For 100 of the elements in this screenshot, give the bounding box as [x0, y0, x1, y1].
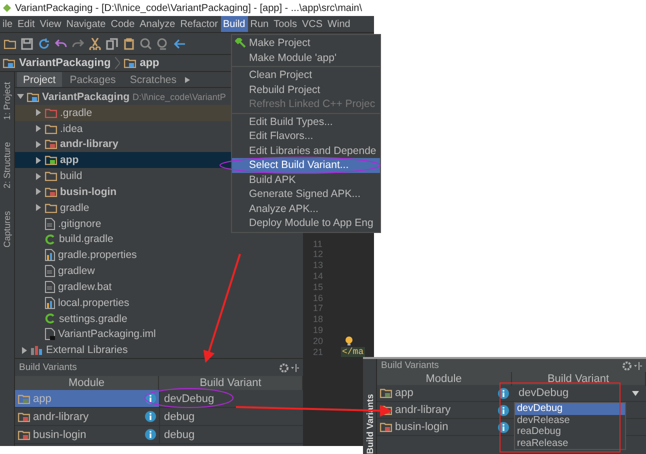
tree-row[interactable]: build.gradle — [15, 231, 303, 248]
module-name[interactable]: app — [395, 387, 414, 399]
tree-item[interactable]: .gitignore — [58, 218, 102, 230]
dropdown-option[interactable]: reaRelease — [515, 438, 625, 449]
menu-item[interactable]: Tools — [271, 16, 300, 32]
menu-entry[interactable]: Make Project — [232, 36, 380, 50]
settings-icon[interactable] — [622, 360, 642, 370]
dropdown-option[interactable]: devDebug — [515, 403, 625, 414]
module-name[interactable]: busin-login — [395, 421, 448, 433]
table-row[interactable]: andr-library debug — [15, 408, 303, 426]
tree-item[interactable]: gradle.properties — [58, 249, 137, 262]
variant-dropdown[interactable]: devDebug — [514, 387, 643, 399]
menu-item[interactable]: Analyze — [137, 16, 178, 32]
view-tab[interactable]: Project — [17, 72, 62, 87]
menu-item[interactable]: Navigate — [64, 16, 108, 32]
side-tab[interactable]: 2: Structure — [2, 142, 12, 189]
tree-item[interactable]: settings.gradle — [59, 312, 128, 324]
copy-icon[interactable] — [106, 38, 118, 50]
folder-icon — [45, 108, 57, 118]
menu-item[interactable]: Refactor — [178, 16, 220, 32]
tree-item[interactable]: VariantPackaging.iml — [58, 328, 156, 340]
view-tab[interactable]: Scratches — [124, 72, 182, 87]
tree-item[interactable]: build — [60, 170, 82, 182]
tree-item[interactable]: .idea — [60, 122, 83, 135]
view-tab[interactable]: Packages — [64, 72, 122, 87]
collapsed-arrow-icon[interactable] — [35, 140, 42, 148]
tree-item[interactable]: gradlew — [58, 265, 95, 278]
menu-item[interactable]: ile — [0, 16, 16, 32]
tree-row[interactable]: gradlew — [15, 263, 303, 279]
breadcrumb-item[interactable]: app — [140, 57, 160, 69]
menu-entry[interactable]: Edit Flavors... — [232, 129, 380, 144]
gradle-file-icon — [45, 234, 56, 245]
sync-icon[interactable] — [38, 38, 50, 50]
module-folder-icon — [380, 388, 392, 398]
tree-row[interactable]: local.properties — [15, 294, 303, 311]
paste-icon[interactable] — [123, 38, 135, 50]
back-arrow-icon[interactable] — [174, 38, 186, 50]
line-number: 14 — [313, 271, 324, 282]
tree-item[interactable]: gradlew.bat — [58, 280, 112, 293]
collapsed-arrow-icon[interactable] — [35, 172, 42, 180]
tree-row[interactable]: settings.gradle — [15, 310, 303, 326]
module-name[interactable]: andr-library — [33, 410, 89, 422]
menu-entry[interactable]: Generate Signed APK... — [232, 187, 380, 202]
menu-item[interactable]: Run — [248, 16, 272, 32]
collapsed-arrow-icon[interactable] — [35, 109, 42, 116]
tree-row[interactable]: gradle.properties — [15, 247, 303, 264]
column-header[interactable]: Module — [377, 372, 512, 386]
side-tab[interactable]: 1: Project — [2, 82, 12, 120]
module-name[interactable]: andr-library — [395, 404, 451, 416]
menu-entry[interactable]: Clean Project — [232, 68, 380, 82]
menu-item[interactable]: Edit — [15, 16, 38, 32]
menu-item[interactable]: Build — [220, 16, 248, 32]
collapsed-arrow-icon[interactable] — [35, 188, 42, 196]
menu-entry[interactable]: Rebuild Project — [232, 82, 380, 97]
menu-item[interactable]: View — [37, 16, 64, 32]
module-folder-icon — [45, 139, 57, 150]
tree-row[interactable]: gradlew.bat — [15, 278, 303, 295]
tree-item[interactable]: .gradle — [60, 106, 92, 119]
search-icon[interactable] — [140, 38, 152, 50]
tree-row[interactable]: VariantPackaging.iml — [15, 326, 303, 342]
line-number: 13 — [313, 260, 324, 270]
module-folder-icon — [380, 422, 392, 432]
tree-item[interactable]: andr-library — [60, 138, 118, 150]
menu-entry[interactable]: Analyze APK... — [232, 202, 380, 216]
expanded-arrow-icon[interactable] — [17, 93, 24, 100]
column-header[interactable]: Build Variant — [512, 372, 646, 386]
collapsed-arrow-icon[interactable] — [35, 125, 42, 132]
line-number: 17 — [313, 303, 324, 314]
save-icon[interactable] — [21, 38, 33, 50]
menu-entry[interactable]: Make Module 'app' — [232, 50, 380, 65]
menu-entry[interactable]: Select Build Variant... — [232, 158, 380, 172]
redo-icon[interactable] — [72, 38, 84, 50]
tree-item[interactable]: External Libraries — [46, 344, 128, 356]
collapsed-arrow-icon[interactable] — [35, 204, 42, 212]
menu-entry[interactable]: Build APK — [232, 172, 380, 187]
properties-file-icon — [45, 249, 55, 262]
tree-item[interactable]: build.gradle — [59, 233, 114, 246]
tree-item[interactable]: app — [60, 154, 79, 166]
tree-item[interactable]: local.properties — [58, 296, 130, 309]
collapsed-arrow-icon[interactable] — [35, 156, 42, 164]
menu-item[interactable]: VCS — [299, 16, 326, 32]
menu-item[interactable]: Code — [108, 16, 138, 32]
tree-item[interactable]: gradle — [60, 202, 90, 214]
module-name[interactable]: busin-login — [33, 428, 86, 440]
line-number: 21 — [313, 346, 324, 357]
table-row[interactable]: app devDebug — [15, 390, 303, 408]
undo-icon[interactable] — [55, 38, 67, 50]
cut-icon[interactable] — [89, 38, 101, 50]
variant-cell[interactable]: devDebug — [159, 390, 303, 407]
breadcrumb-item[interactable]: VariantPackaging — [19, 57, 111, 69]
collapsed-arrow-icon[interactable] — [21, 346, 28, 354]
tree-item[interactable]: busin-login — [60, 186, 117, 198]
menu-entry[interactable]: Deploy Module to App Eng — [232, 216, 380, 230]
lightbulb-icon[interactable] — [345, 336, 353, 346]
tree-item[interactable]: VariantPackaging — [42, 90, 130, 103]
table-row[interactable]: busin-login debug — [15, 426, 303, 444]
settings-icon[interactable] — [279, 362, 299, 372]
menu-item[interactable]: Wind — [325, 16, 353, 32]
side-tab[interactable]: Captures — [2, 210, 12, 248]
dropdown-option[interactable]: reaDebug — [515, 426, 625, 438]
